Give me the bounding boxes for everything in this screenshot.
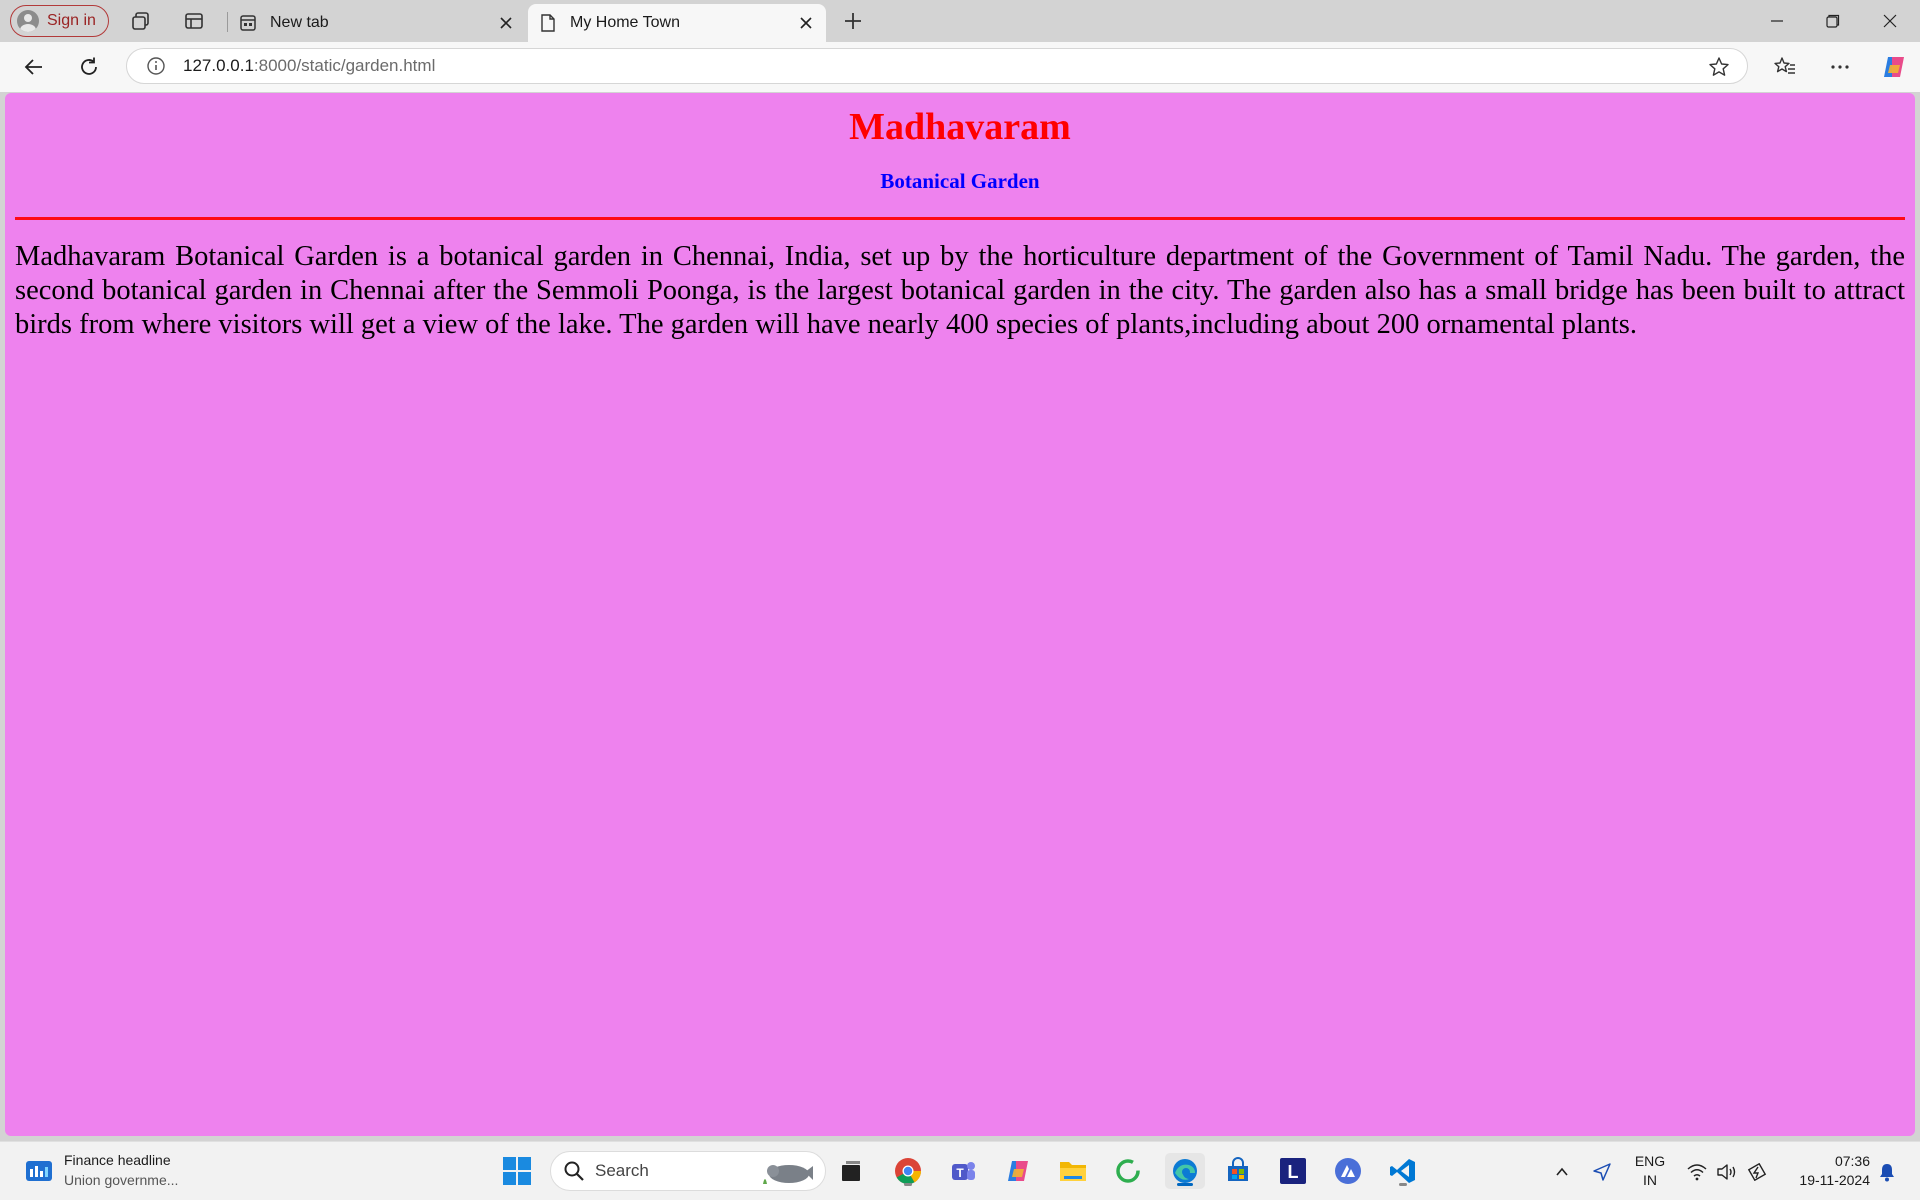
copilot-icon[interactable] xyxy=(1878,51,1910,83)
new-tab-page-icon xyxy=(238,13,258,33)
workspaces-icon[interactable] xyxy=(129,9,153,33)
battery-charging-icon[interactable] xyxy=(1744,1142,1770,1200)
wifi-icon[interactable] xyxy=(1684,1142,1710,1200)
language-code: ENG xyxy=(1634,1153,1666,1169)
teams-icon[interactable]: T xyxy=(945,1153,981,1189)
taskbar-search-box[interactable]: Search xyxy=(550,1151,826,1191)
url-path: :8000/static/garden.html xyxy=(253,56,436,75)
taskbar: Finance headline Union governme... Searc… xyxy=(0,1141,1920,1200)
tab-title: New tab xyxy=(270,14,329,31)
widget-subtitle[interactable]: Union governme... xyxy=(64,1172,178,1188)
clock[interactable]: 07:36 19-11-2024 xyxy=(1778,1152,1870,1190)
edge-icon[interactable] xyxy=(1165,1153,1205,1189)
sign-in-label: Sign in xyxy=(47,12,96,29)
vertical-tabs-icon[interactable] xyxy=(182,9,206,33)
favorites-icon[interactable] xyxy=(1769,51,1801,83)
show-hidden-icons-chevron-icon[interactable] xyxy=(1550,1142,1574,1200)
store-icon[interactable] xyxy=(1220,1153,1256,1189)
volume-icon[interactable] xyxy=(1714,1142,1740,1200)
refresh-app-icon[interactable] xyxy=(1110,1153,1146,1189)
browser-toolbar: 127.0.0.1:8000/static/garden.html xyxy=(0,42,1920,92)
language-indicator[interactable]: ENG IN xyxy=(1628,1152,1672,1190)
clock-time: 07:36 xyxy=(1834,1153,1870,1169)
svg-text:L: L xyxy=(1288,1162,1299,1182)
file-explorer-icon[interactable] xyxy=(1055,1153,1091,1189)
notification-bell-icon[interactable] xyxy=(1874,1142,1900,1200)
site-info-icon[interactable] xyxy=(145,55,167,77)
search-label: Search xyxy=(595,1161,649,1180)
profile-avatar-icon xyxy=(17,10,39,32)
tri-app-icon[interactable] xyxy=(1330,1153,1366,1189)
favorite-star-icon[interactable] xyxy=(1707,55,1731,79)
search-icon xyxy=(563,1160,585,1182)
page-document-icon xyxy=(538,13,558,33)
refresh-icon[interactable] xyxy=(73,51,105,83)
close-window-icon[interactable] xyxy=(1862,0,1918,42)
l-app-icon[interactable]: L xyxy=(1275,1153,1311,1189)
search-highlight-manatee-icon xyxy=(759,1158,813,1191)
windows-start-icon[interactable] xyxy=(502,1156,532,1186)
tab-title: My Home Town xyxy=(570,14,680,31)
page-heading: Madhavaram xyxy=(849,106,1071,148)
horizontal-rule xyxy=(15,217,1905,220)
close-tab-icon[interactable] xyxy=(792,9,820,37)
copilot-app-icon[interactable] xyxy=(1000,1153,1036,1189)
back-arrow-icon[interactable] xyxy=(18,51,50,83)
vscode-icon[interactable] xyxy=(1385,1153,1421,1189)
running-indicator xyxy=(1399,1183,1407,1186)
page-viewport: Madhavaram Botanical Garden Madhavaram B… xyxy=(5,93,1915,1136)
tab-strip: Sign in New tab My Home Town xyxy=(0,0,1920,42)
widget-headline[interactable]: Finance headline xyxy=(64,1152,171,1168)
page-paragraph: Madhavaram Botanical Garden is a botanic… xyxy=(15,241,1905,340)
page-subheading: Botanical Garden xyxy=(880,169,1040,193)
clock-date: 19-11-2024 xyxy=(1799,1172,1870,1188)
tab-my-home-town[interactable]: My Home Town xyxy=(528,4,826,42)
running-indicator xyxy=(904,1183,912,1186)
address-bar[interactable]: 127.0.0.1:8000/static/garden.html xyxy=(126,48,1748,84)
chrome-icon[interactable] xyxy=(890,1153,926,1189)
svg-text:T: T xyxy=(956,1166,964,1180)
new-tab-plus-icon[interactable] xyxy=(841,9,865,33)
region-code: IN xyxy=(1643,1172,1657,1188)
minimize-icon[interactable] xyxy=(1749,0,1805,42)
more-options-icon[interactable] xyxy=(1824,51,1856,83)
active-indicator xyxy=(1177,1183,1193,1186)
url-host: 127.0.0.1 xyxy=(183,56,254,75)
widgets-finance-icon[interactable] xyxy=(24,1156,54,1186)
location-arrow-icon[interactable] xyxy=(1588,1142,1616,1200)
sign-in-button[interactable]: Sign in xyxy=(10,5,109,37)
tab-new-tab[interactable]: New tab xyxy=(228,4,526,42)
restore-icon[interactable] xyxy=(1805,0,1861,42)
task-view-icon[interactable] xyxy=(833,1153,869,1189)
close-tab-icon[interactable] xyxy=(492,9,520,37)
